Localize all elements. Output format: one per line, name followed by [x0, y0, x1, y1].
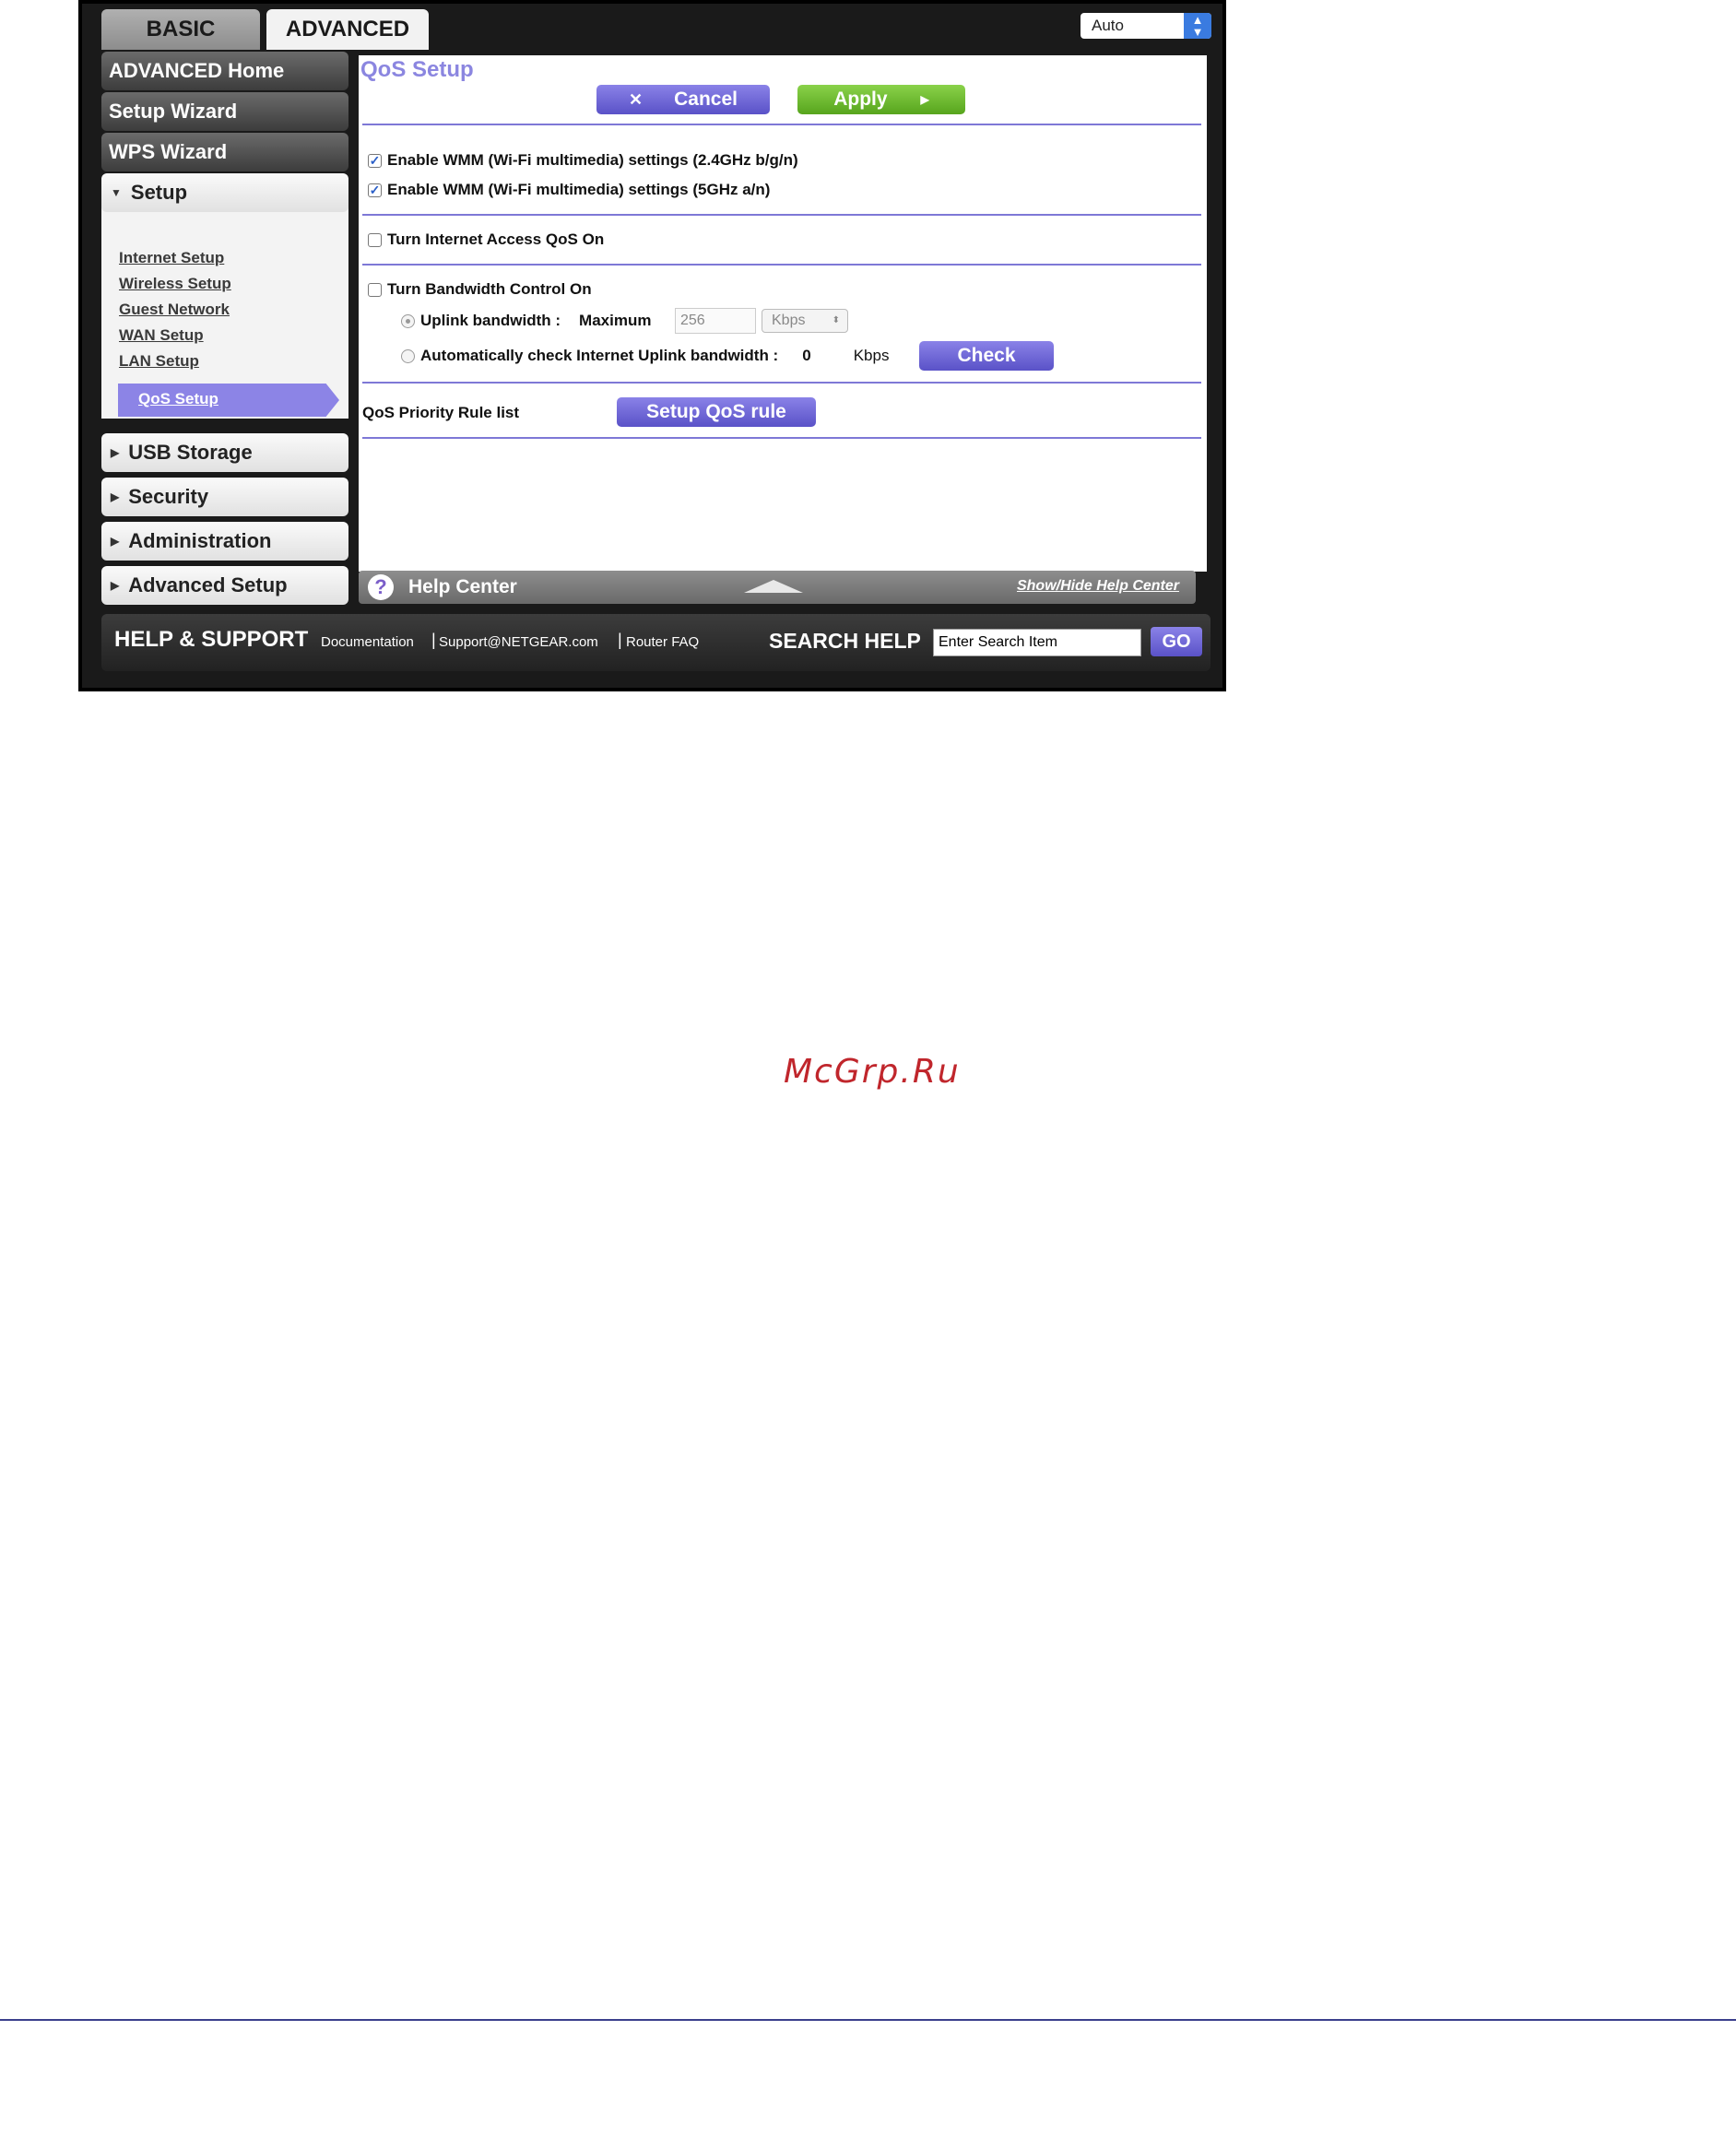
sidebar-item-internet-setup[interactable]: Internet Setup	[119, 249, 224, 267]
cancel-button[interactable]: ✕ Cancel	[596, 85, 770, 114]
sidebar-item-qos-setup[interactable]: QoS Setup	[118, 384, 339, 417]
uplink-radio[interactable]	[401, 313, 415, 328]
updown-arrows-icon: ▲ ▼	[1184, 13, 1211, 39]
auto-check-value: 0	[802, 347, 811, 364]
sidebar-item-wan-setup[interactable]: WAN Setup	[119, 326, 204, 345]
show-hide-help-link[interactable]: Show/Hide Help Center	[1017, 578, 1179, 595]
documentation-link[interactable]: Documentation	[321, 634, 414, 650]
tab-basic[interactable]: BASIC	[101, 9, 260, 50]
router-admin-window: BASIC ADVANCED Auto ▲ ▼ ADVANCED Home Set…	[78, 0, 1226, 691]
nav-wps-wizard[interactable]: WPS Wizard	[101, 133, 348, 171]
search-help-title: SEARCH HELP	[769, 629, 921, 653]
nav-security-label: Security	[128, 485, 209, 508]
bandwidth-control-row[interactable]: Turn Bandwidth Control On	[368, 280, 592, 299]
sidebar-item-wireless-setup[interactable]: Wireless Setup	[119, 275, 231, 293]
maximum-label: Maximum	[579, 312, 652, 329]
updown-arrows-icon: ⬍	[832, 315, 840, 325]
wmm-5-row[interactable]: ✓ Enable WMM (Wi-Fi multimedia) settings…	[368, 181, 770, 199]
nav-usb-storage-label: USB Storage	[128, 441, 253, 464]
uplink-label: Uplink bandwidth :	[420, 312, 561, 329]
caret-down-icon: ▼	[111, 186, 122, 199]
caret-right-icon: ▶	[111, 446, 120, 459]
apply-button[interactable]: Apply ▶	[797, 85, 965, 114]
nav-usb-storage[interactable]: ▶ USB Storage	[101, 433, 348, 472]
search-input[interactable]	[933, 629, 1141, 656]
wmm-24-label: Enable WMM (Wi-Fi multimedia) settings (…	[387, 151, 798, 169]
caret-right-icon: ▶	[111, 490, 120, 503]
auto-check-radio[interactable]	[401, 348, 415, 363]
nav-advanced-setup[interactable]: ▶ Advanced Setup	[101, 566, 348, 605]
maximum-bandwidth-input[interactable]: 256	[675, 308, 756, 334]
auto-check-unit: Kbps	[853, 347, 890, 364]
help-support-title: HELP & SUPPORT	[114, 627, 309, 652]
divider	[362, 264, 1201, 266]
nav-advanced-setup-label: Advanced Setup	[128, 573, 288, 596]
help-support-footer: HELP & SUPPORT Documentation | Support@N…	[101, 614, 1210, 671]
go-button[interactable]: GO	[1151, 627, 1202, 656]
support-email-link[interactable]: Support@NETGEAR.com	[439, 634, 598, 650]
sidebar-item-lan-setup[interactable]: LAN Setup	[119, 352, 199, 371]
nav-administration-label: Administration	[128, 529, 272, 552]
language-select-value: Auto	[1092, 17, 1124, 34]
play-arrow-icon: ▶	[920, 93, 929, 106]
nav-setup[interactable]: ▼ Setup	[101, 173, 348, 212]
wmm-5-label: Enable WMM (Wi-Fi multimedia) settings (…	[387, 181, 771, 198]
wmm-24-checkbox[interactable]: ✓	[368, 153, 382, 168]
divider	[362, 124, 1201, 125]
bandwidth-unit-value: Kbps	[772, 313, 806, 328]
tab-advanced[interactable]: ADVANCED	[266, 9, 429, 50]
divider	[362, 382, 1201, 384]
close-icon: ✕	[629, 89, 644, 109]
help-center-bar[interactable]: ? Help Center Show/Hide Help Center	[359, 571, 1196, 604]
question-icon: ?	[368, 574, 394, 600]
sidebar-item-qos-setup-label: QoS Setup	[138, 390, 218, 407]
divider	[362, 437, 1201, 439]
internet-qos-row[interactable]: Turn Internet Access QoS On	[368, 230, 604, 249]
nav-setup-wizard[interactable]: Setup Wizard	[101, 92, 348, 131]
auto-check-row[interactable]: Automatically check Internet Uplink band…	[401, 347, 889, 365]
expand-up-icon[interactable]	[744, 580, 803, 593]
bandwidth-control-checkbox[interactable]	[368, 282, 382, 297]
auto-check-label: Automatically check Internet Uplink band…	[420, 347, 779, 364]
content-panel: QoS Setup ✕ Cancel Apply ▶ ✓ Enable WMM …	[359, 55, 1207, 572]
wmm-5-checkbox[interactable]: ✓	[368, 183, 382, 197]
nav-setup-label: Setup	[130, 181, 188, 204]
language-select[interactable]: Auto ▲ ▼	[1081, 13, 1211, 39]
page-title: QoS Setup	[360, 57, 474, 82]
setup-qos-rule-button[interactable]: Setup QoS rule	[617, 397, 816, 427]
caret-right-icon: ▶	[111, 579, 120, 592]
nav-advanced-home[interactable]: ADVANCED Home	[101, 52, 348, 90]
page-divider	[0, 2019, 1736, 2021]
internet-qos-checkbox[interactable]	[368, 232, 382, 247]
divider	[362, 214, 1201, 216]
watermark-text: McGrp.Ru	[784, 1053, 961, 1091]
priority-rule-list-label: QoS Priority Rule list	[362, 404, 520, 421]
nav-administration[interactable]: ▶ Administration	[101, 522, 348, 561]
separator: |	[618, 631, 622, 649]
caret-right-icon: ▶	[111, 535, 120, 548]
internet-qos-label: Turn Internet Access QoS On	[387, 230, 605, 248]
bandwidth-unit-select[interactable]: Kbps ⬍	[762, 309, 848, 333]
nav-security[interactable]: ▶ Security	[101, 478, 348, 516]
uplink-row[interactable]: Uplink bandwidth : Maximum	[401, 312, 651, 330]
wmm-24-row[interactable]: ✓ Enable WMM (Wi-Fi multimedia) settings…	[368, 151, 798, 170]
bandwidth-control-label: Turn Bandwidth Control On	[387, 280, 592, 298]
router-faq-link[interactable]: Router FAQ	[626, 634, 699, 650]
apply-button-label: Apply	[833, 89, 888, 110]
sidebar-item-guest-network[interactable]: Guest Network	[119, 301, 230, 319]
check-button[interactable]: Check	[919, 341, 1054, 371]
cancel-button-label: Cancel	[674, 89, 738, 110]
separator: |	[431, 631, 436, 649]
help-center-title: Help Center	[408, 576, 517, 597]
